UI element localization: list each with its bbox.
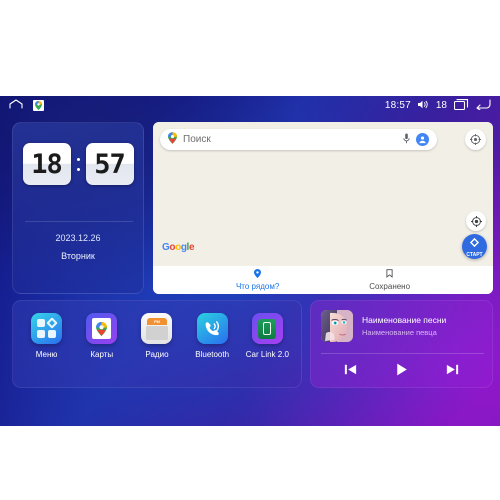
menu-grid-icon [31, 313, 63, 344]
google-maps-notification-icon[interactable] [33, 100, 44, 111]
start-navigation-button[interactable]: СТАРТ [462, 234, 487, 259]
map-pin-icon [168, 131, 177, 149]
microphone-icon[interactable] [403, 133, 410, 146]
recents-icon[interactable] [453, 98, 469, 113]
status-bar-left [9, 99, 44, 112]
search-input[interactable]: Поиск [183, 134, 397, 145]
google-maps-icon [86, 313, 118, 344]
map-bottom-nav: Что рядом? Сохранено [153, 266, 493, 294]
clock-divider [25, 221, 133, 222]
map-nav-saved[interactable]: Сохранено [369, 269, 410, 291]
app-shortcut-bluetooth[interactable]: Bluetooth [187, 313, 237, 359]
google-logo: Google [162, 242, 195, 253]
app-shortcuts-row: Меню Карты FM Радио Bluetooth Car Link 2… [13, 313, 301, 359]
app-shortcut-carlink[interactable]: Car Link 2.0 [242, 313, 292, 359]
volume-icon[interactable] [417, 100, 429, 112]
flip-clock: 18 57 [13, 143, 143, 185]
volume-level: 18 [435, 100, 447, 111]
radio-fm-badge: FM [154, 318, 160, 324]
app-label-menu: Меню [35, 350, 58, 359]
map-search-bar[interactable]: Поиск [160, 129, 437, 150]
app-shortcuts-panel: Меню Карты FM Радио Bluetooth Car Link 2… [12, 300, 302, 388]
car-link-icon [251, 313, 283, 344]
home-icon[interactable] [9, 99, 23, 112]
status-bar-clock: 18:57 [384, 100, 411, 111]
app-shortcut-radio[interactable]: FM Радио [132, 313, 182, 359]
back-icon[interactable] [476, 98, 491, 113]
start-button-label: СТАРТ [466, 252, 483, 258]
clock-minutes: 57 [85, 143, 134, 185]
nearby-pin-icon [254, 269, 262, 280]
clock-weekday: Вторник [61, 251, 95, 261]
music-now-playing: Наименование песни Наименование певца [321, 310, 446, 342]
google-maps-widget[interactable]: Поиск СТАРТ Google Что рядом? Сохранено [153, 122, 493, 294]
navigation-arrow-icon [469, 235, 480, 253]
song-title: Наименование песни [362, 315, 447, 325]
clock-widget[interactable]: 18 57 2023.12.26 Вторник [12, 122, 144, 294]
previous-track-button[interactable] [343, 362, 358, 377]
bookmark-icon [386, 269, 393, 280]
clock-date: 2023.12.26 [55, 233, 101, 243]
app-label-bluetooth: Bluetooth [195, 350, 230, 359]
song-artist: Наименование певца [362, 328, 437, 337]
map-nav-saved-label: Сохранено [369, 282, 411, 291]
clock-colon [76, 157, 81, 171]
radio-icon: FM [141, 313, 173, 344]
music-metadata: Наименование песни Наименование певца [362, 315, 446, 337]
play-button[interactable] [393, 361, 410, 378]
next-track-button[interactable] [445, 362, 460, 377]
app-label-radio: Радио [145, 350, 169, 359]
map-layers-icon[interactable] [465, 129, 486, 150]
music-controls [311, 361, 492, 378]
my-location-icon[interactable] [466, 211, 486, 231]
account-avatar-icon[interactable] [416, 133, 429, 146]
map-nav-nearby-label: Что рядом? [235, 282, 280, 291]
music-player-widget: Наименование песни Наименование певца [310, 300, 493, 388]
map-nav-nearby[interactable]: Что рядом? [236, 269, 279, 291]
bluetooth-phone-icon [196, 313, 228, 344]
car-head-unit-home-screen: 18:57 18 18 57 2023.12.26 Вторник Поиск … [0, 96, 500, 426]
app-shortcut-menu[interactable]: Меню [22, 313, 72, 359]
app-shortcut-maps[interactable]: Карты [77, 313, 127, 359]
status-bar: 18:57 18 [0, 96, 500, 115]
clock-hours: 18 [22, 143, 71, 185]
app-label-carlink: Car Link 2.0 [245, 350, 289, 359]
status-bar-right: 18:57 18 [384, 98, 491, 113]
album-art [321, 310, 353, 342]
app-label-maps: Карты [90, 350, 114, 359]
music-divider [321, 353, 484, 354]
